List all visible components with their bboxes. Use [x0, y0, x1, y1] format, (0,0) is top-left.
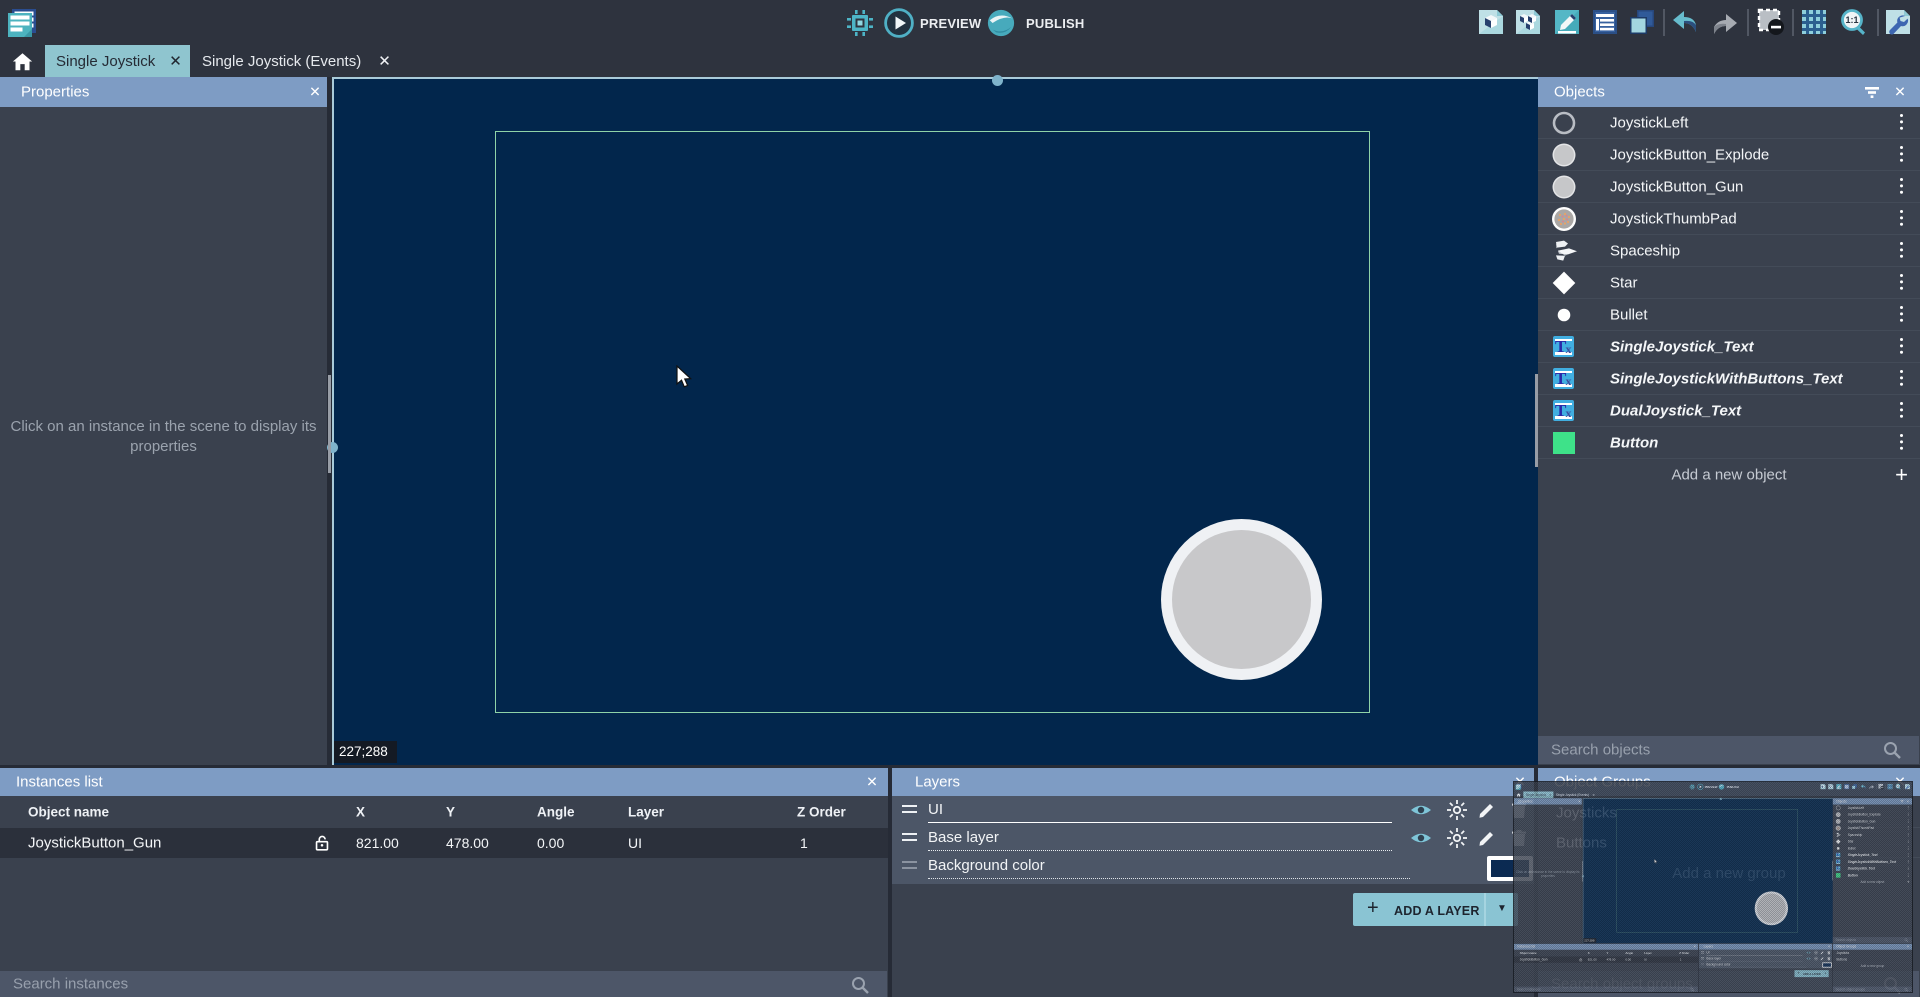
- svg-text:1:1: 1:1: [1845, 15, 1858, 25]
